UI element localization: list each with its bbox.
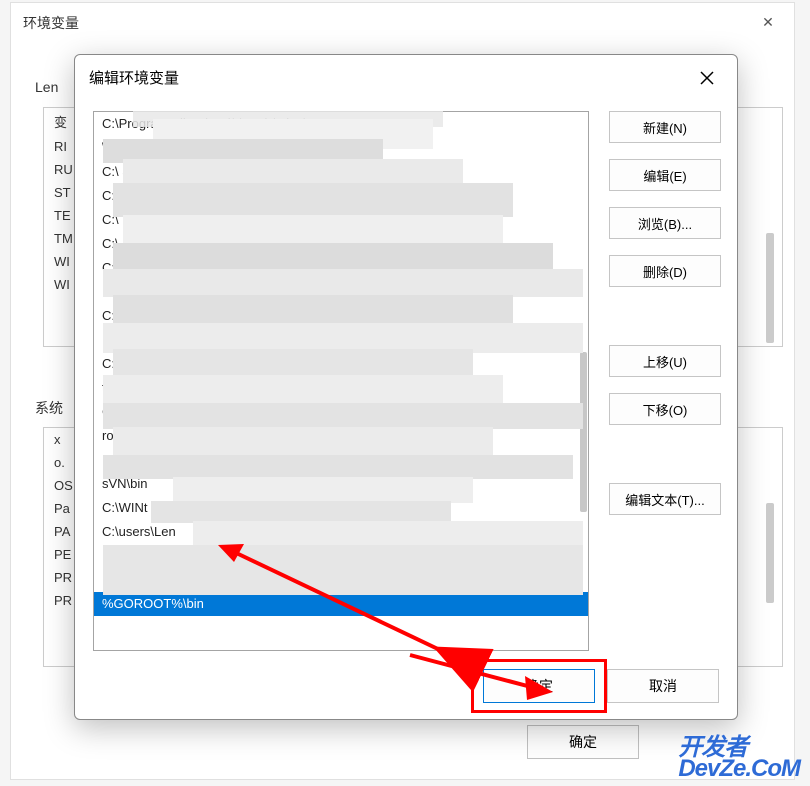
- path-entry[interactable]: C:\ W: [94, 304, 588, 328]
- path-entry[interactable]: [94, 328, 588, 352]
- path-entry[interactable]: C:\: [94, 400, 588, 424]
- delete-button[interactable]: 删除(D): [609, 255, 721, 287]
- side-buttons: 新建(N) 编辑(E) 浏览(B)... 删除(D) 上移(U) 下移(O) 编…: [609, 111, 721, 515]
- path-entry[interactable]: C:\users\Len: [94, 520, 588, 544]
- bg-title: 环境变量: [23, 13, 79, 33]
- path-entry[interactable]: C:\ Fil: [94, 232, 588, 256]
- edit-button[interactable]: 编辑(E): [609, 159, 721, 191]
- bg-section-user-label: Len: [31, 79, 62, 95]
- new-button[interactable]: 新建(N): [609, 111, 721, 143]
- path-entry[interactable]: C:\ St t: [94, 352, 588, 376]
- path-entry[interactable]: C:\WINt a\Local\...: [94, 496, 588, 520]
- move-down-button[interactable]: 下移(O): [609, 393, 721, 425]
- path-entry[interactable]: ro les\ iseGit: [94, 424, 588, 448]
- path-entry[interactable]: [94, 544, 588, 568]
- path-entry[interactable]: D:\ ol ave: [94, 280, 588, 304]
- ok-button[interactable]: 确定: [483, 669, 595, 703]
- scrollbar[interactable]: [580, 352, 587, 512]
- bg-ok-button[interactable]: 确定: [527, 725, 639, 759]
- close-icon[interactable]: [691, 62, 723, 94]
- path-entry[interactable]: C:\ ser: [94, 256, 588, 280]
- bg-section-system-label: 系统: [31, 398, 67, 418]
- path-entry[interactable]: C:\ S\Binn\: [94, 160, 588, 184]
- path-entry[interactable]: C:\ s (x86) \V...: [94, 184, 588, 208]
- browse-button[interactable]: 浏览(B)...: [609, 207, 721, 239]
- path-entry-selected[interactable]: %GOROOT%\bin: [94, 592, 588, 616]
- modal-titlebar: 编辑环境变量: [75, 55, 737, 101]
- close-icon[interactable]: ✕: [750, 7, 786, 37]
- watermark-logo: 开发者 DevZe.CoM: [678, 737, 800, 780]
- modal-body: C:\Program Files (x86)\ \Tools\Binn\ \To…: [93, 111, 719, 653]
- edit-env-variable-dialog: 编辑环境变量 C:\Program Files (x86)\ \Tools\Bi…: [74, 54, 738, 720]
- path-entry[interactable]: [94, 568, 588, 592]
- path-entry[interactable]: t 0): [94, 376, 588, 400]
- modal-title: 编辑环境变量: [89, 67, 691, 88]
- path-entry[interactable]: C:\Program Files (x86)\ \Tools\Binn\: [94, 112, 588, 136]
- edit-text-button[interactable]: 编辑文本(T)...: [609, 483, 721, 515]
- path-entry[interactable]: [94, 448, 588, 472]
- path-entry[interactable]: sVN\bin: [94, 472, 588, 496]
- bottom-buttons: 确定 取消: [483, 669, 719, 703]
- scrollbar[interactable]: [766, 503, 774, 603]
- path-entry[interactable]: \Tools\Binn\: [94, 136, 588, 160]
- cancel-button[interactable]: 取消: [607, 669, 719, 703]
- logo-line2: DevZe.CoM: [678, 758, 800, 780]
- scrollbar[interactable]: [766, 233, 774, 343]
- move-up-button[interactable]: 上移(U): [609, 345, 721, 377]
- path-entries-list[interactable]: C:\Program Files (x86)\ \Tools\Binn\ \To…: [93, 111, 589, 651]
- path-entry[interactable]: C:\ mon7\I...: [94, 208, 588, 232]
